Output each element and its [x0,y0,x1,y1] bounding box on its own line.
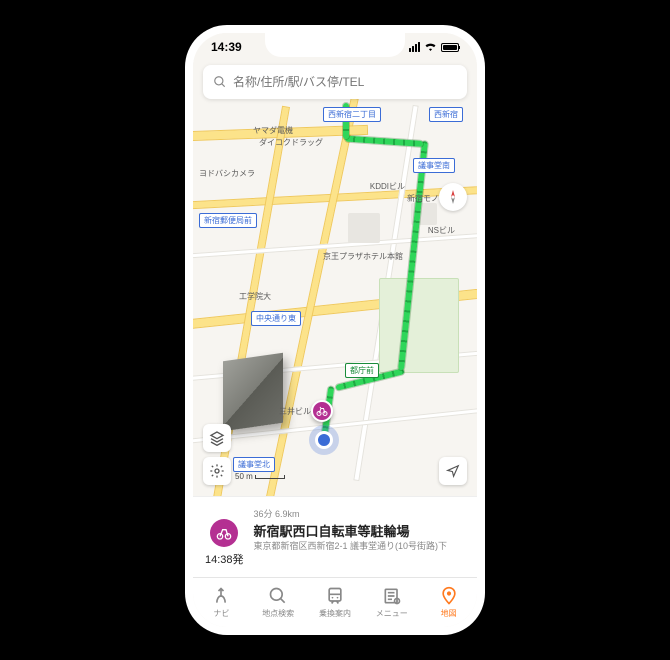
station-label[interactable]: 新宿郵便局前 [199,213,257,228]
tab-label: 地図 [441,608,457,619]
compass-icon [445,189,461,205]
place-label: ダイコクドラッグ [259,137,323,148]
locate-button[interactable] [439,457,467,485]
map-scale: 50 m [235,472,285,481]
departure-time: 14:38発 [205,551,244,567]
search-input[interactable] [233,75,457,89]
menu-icon [382,586,402,606]
place-label: 工学院大 [239,291,271,302]
place-label: ヤマダ電機 [253,125,293,136]
train-icon [325,586,345,606]
tab-menu[interactable]: メニュー [363,578,420,627]
gear-icon [209,463,225,479]
station-label[interactable]: 西新宿 [429,107,463,122]
station-label[interactable]: 中央通り東 [251,311,301,326]
place-label: ヨドバシカメラ [199,168,255,179]
locate-icon [446,464,460,478]
compass-control[interactable] [439,183,467,211]
current-location-marker [315,431,333,449]
route-info-card[interactable]: 14:38発 36分 6.9km 新宿駅西口自転車等駐輪場 東京都新宿区西新宿2… [193,496,477,577]
status-time: 14:39 [211,40,242,54]
tab-bar: ナビ 地点検索 乗換案内 メニュー 地図 [193,577,477,627]
tab-map[interactable]: 地図 [420,578,477,627]
layers-icon [209,430,225,446]
place-label: 京王プラザホテル本館 [323,251,403,262]
tab-label: メニュー [376,608,408,619]
station-label[interactable]: 都庁前 [345,363,379,378]
route-address: 東京都新宿区西新宿2-1 議事堂通り(10号街路)下 [254,541,465,553]
station-label[interactable]: 議事堂北 [233,457,275,472]
search-bar[interactable] [203,65,467,99]
station-label[interactable]: 議事堂南 [413,158,455,173]
place-label: NSビル [428,225,455,236]
place-label: 三井ビル [279,406,311,417]
navi-icon [211,586,231,606]
tab-transit[interactable]: 乗換案内 [307,578,364,627]
destination-pin[interactable] [311,400,333,422]
station-label[interactable]: 西新宿二丁目 [323,107,381,122]
scale-label: 50 m [235,472,253,481]
map-pin-icon [439,586,459,606]
wifi-icon [424,42,437,52]
bicycle-icon [216,525,232,541]
route-summary: 36分 6.9km [254,507,465,520]
layers-button[interactable] [203,424,231,452]
phone-notch [265,33,405,57]
battery-icon [441,43,459,52]
place-label: KDDIビル [370,181,405,192]
settings-button[interactable] [203,457,231,485]
building-3d [223,353,283,431]
bicycle-icon [316,405,328,417]
search-icon [268,586,288,606]
search-icon [213,75,227,89]
tab-label: 地点検索 [262,608,294,619]
route-title: 新宿駅西口自転車等駐輪場 [254,521,465,540]
tab-spot-search[interactable]: 地点検索 [250,578,307,627]
tab-navi[interactable]: ナビ [193,578,250,627]
tab-label: ナビ [213,608,229,619]
signal-icon [409,42,420,52]
route-mode-badge [210,519,238,547]
tab-label: 乗換案内 [319,608,351,619]
